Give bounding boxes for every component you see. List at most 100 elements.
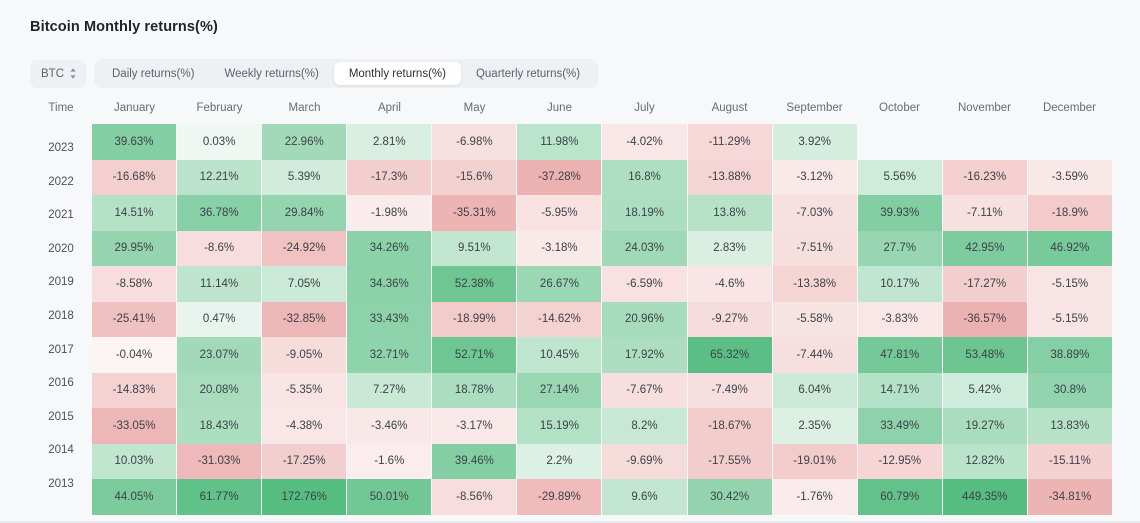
heatmap-cell[interactable]: -36.57% bbox=[942, 301, 1028, 337]
heatmap-cell[interactable]: 5.39% bbox=[262, 159, 348, 195]
heatmap-cell[interactable]: -9.27% bbox=[687, 301, 773, 337]
heatmap-cell[interactable]: -1.6% bbox=[347, 443, 433, 479]
heatmap-cell[interactable]: 36.78% bbox=[177, 195, 263, 231]
heatmap-cell[interactable]: 18.43% bbox=[177, 408, 263, 444]
heatmap-cell[interactable]: -29.89% bbox=[517, 479, 603, 515]
heatmap-cell[interactable]: -19.01% bbox=[772, 443, 858, 479]
heatmap-cell[interactable]: 20.96% bbox=[602, 301, 688, 337]
heatmap-cell[interactable]: -14.83% bbox=[92, 372, 178, 408]
heatmap-cell[interactable]: -33.05% bbox=[92, 408, 178, 444]
heatmap-cell[interactable]: -3.12% bbox=[772, 159, 858, 195]
heatmap-cell[interactable]: 2.2% bbox=[517, 443, 603, 479]
heatmap-cell[interactable]: 24.03% bbox=[602, 230, 688, 266]
heatmap-cell[interactable]: -14.62% bbox=[517, 301, 603, 337]
heatmap-cell[interactable]: 7.05% bbox=[262, 266, 348, 302]
heatmap-cell[interactable]: 29.95% bbox=[92, 230, 178, 266]
heatmap-cell[interactable]: 0.03% bbox=[177, 124, 263, 160]
heatmap-cell[interactable]: -32.85% bbox=[262, 301, 348, 337]
heatmap-cell[interactable]: -3.83% bbox=[857, 301, 943, 337]
heatmap-cell[interactable]: 39.46% bbox=[432, 443, 518, 479]
heatmap-cell[interactable]: -3.18% bbox=[517, 230, 603, 266]
heatmap-cell[interactable]: 52.71% bbox=[432, 337, 518, 373]
heatmap-cell[interactable]: 39.63% bbox=[92, 124, 178, 160]
heatmap-cell[interactable]: 27.7% bbox=[857, 230, 943, 266]
heatmap-cell[interactable]: 61.77% bbox=[177, 479, 263, 515]
heatmap-cell[interactable]: 44.05% bbox=[92, 479, 178, 515]
heatmap-cell[interactable] bbox=[942, 124, 1028, 160]
heatmap-cell[interactable]: -16.23% bbox=[942, 159, 1028, 195]
heatmap-cell[interactable]: 10.03% bbox=[92, 443, 178, 479]
heatmap-cell[interactable]: -25.41% bbox=[92, 301, 178, 337]
heatmap-cell[interactable]: -4.6% bbox=[687, 266, 773, 302]
heatmap-cell[interactable]: -5.95% bbox=[517, 195, 603, 231]
heatmap-cell[interactable]: -8.6% bbox=[177, 230, 263, 266]
heatmap-cell[interactable]: -18.99% bbox=[432, 301, 518, 337]
heatmap-cell[interactable]: -17.55% bbox=[687, 443, 773, 479]
heatmap-cell[interactable]: 19.27% bbox=[942, 408, 1028, 444]
heatmap-cell[interactable]: 42.95% bbox=[942, 230, 1028, 266]
heatmap-cell[interactable]: 33.43% bbox=[347, 301, 433, 337]
heatmap-cell[interactable]: -3.59% bbox=[1027, 159, 1112, 195]
symbol-select[interactable]: BTC bbox=[30, 59, 86, 88]
heatmap-cell[interactable]: 7.27% bbox=[347, 372, 433, 408]
heatmap-cell[interactable]: -17.27% bbox=[942, 266, 1028, 302]
heatmap-cell[interactable]: -3.46% bbox=[347, 408, 433, 444]
heatmap-cell[interactable]: -18.67% bbox=[687, 408, 773, 444]
heatmap-cell[interactable]: 18.19% bbox=[602, 195, 688, 231]
heatmap-cell[interactable]: 2.81% bbox=[347, 124, 433, 160]
heatmap-cell[interactable]: 46.92% bbox=[1027, 230, 1112, 266]
heatmap-cell[interactable]: 34.36% bbox=[347, 266, 433, 302]
heatmap-cell[interactable]: -5.15% bbox=[1027, 301, 1112, 337]
heatmap-cell[interactable]: 14.71% bbox=[857, 372, 943, 408]
heatmap-cell[interactable]: 50.01% bbox=[347, 479, 433, 515]
heatmap-cell[interactable]: -6.59% bbox=[602, 266, 688, 302]
heatmap-cell[interactable]: -11.29% bbox=[687, 124, 773, 160]
heatmap-cell[interactable]: 11.98% bbox=[517, 124, 603, 160]
heatmap-cell[interactable]: 60.79% bbox=[857, 479, 943, 515]
heatmap-cell[interactable]: 172.76% bbox=[262, 479, 348, 515]
heatmap-cell[interactable]: 27.14% bbox=[517, 372, 603, 408]
heatmap-cell[interactable]: -7.67% bbox=[602, 372, 688, 408]
heatmap-cell[interactable]: 0.47% bbox=[177, 301, 263, 337]
heatmap-cell[interactable]: 6.04% bbox=[772, 372, 858, 408]
heatmap-cell[interactable]: 13.8% bbox=[687, 195, 773, 231]
heatmap-cell[interactable]: 9.6% bbox=[602, 479, 688, 515]
heatmap-cell[interactable]: -6.98% bbox=[432, 124, 518, 160]
heatmap-cell[interactable]: -5.15% bbox=[1027, 266, 1112, 302]
heatmap-cell[interactable]: 26.67% bbox=[517, 266, 603, 302]
heatmap-cell[interactable]: -7.44% bbox=[772, 337, 858, 373]
heatmap-cell[interactable]: 14.51% bbox=[92, 195, 178, 231]
heatmap-cell[interactable]: 20.08% bbox=[177, 372, 263, 408]
heatmap-cell[interactable]: 17.92% bbox=[602, 337, 688, 373]
heatmap-cell[interactable]: 10.45% bbox=[517, 337, 603, 373]
heatmap-cell[interactable]: 449.35% bbox=[942, 479, 1028, 515]
heatmap-cell[interactable]: 18.78% bbox=[432, 372, 518, 408]
heatmap-cell[interactable]: -37.28% bbox=[517, 159, 603, 195]
heatmap-cell[interactable]: 15.19% bbox=[517, 408, 603, 444]
heatmap-cell[interactable]: 5.56% bbox=[857, 159, 943, 195]
heatmap-cell[interactable]: -9.69% bbox=[602, 443, 688, 479]
heatmap-cell[interactable]: -24.92% bbox=[262, 230, 348, 266]
heatmap-cell[interactable]: -1.76% bbox=[772, 479, 858, 515]
heatmap-cell[interactable]: -0.04% bbox=[92, 337, 178, 373]
heatmap-cell[interactable]: 11.14% bbox=[177, 266, 263, 302]
heatmap-cell[interactable]: -15.6% bbox=[432, 159, 518, 195]
heatmap-cell[interactable] bbox=[1027, 124, 1112, 160]
heatmap-cell[interactable]: -8.58% bbox=[92, 266, 178, 302]
heatmap-cell[interactable]: -34.81% bbox=[1027, 479, 1112, 515]
heatmap-cell[interactable]: -7.51% bbox=[772, 230, 858, 266]
heatmap-cell[interactable]: 30.8% bbox=[1027, 372, 1112, 408]
heatmap-cell[interactable]: 30.42% bbox=[687, 479, 773, 515]
heatmap-cell[interactable]: -15.11% bbox=[1027, 443, 1112, 479]
heatmap-cell[interactable]: -13.88% bbox=[687, 159, 773, 195]
heatmap-cell[interactable]: 9.51% bbox=[432, 230, 518, 266]
heatmap-cell[interactable]: -18.9% bbox=[1027, 195, 1112, 231]
heatmap-cell[interactable]: -3.17% bbox=[432, 408, 518, 444]
heatmap-cell[interactable]: 65.32% bbox=[687, 337, 773, 373]
heatmap-cell[interactable]: 52.38% bbox=[432, 266, 518, 302]
heatmap-cell[interactable]: -17.25% bbox=[262, 443, 348, 479]
heatmap-cell[interactable]: -7.11% bbox=[942, 195, 1028, 231]
heatmap-cell[interactable]: 23.07% bbox=[177, 337, 263, 373]
heatmap-cell[interactable]: 12.21% bbox=[177, 159, 263, 195]
heatmap-cell[interactable]: 12.82% bbox=[942, 443, 1028, 479]
